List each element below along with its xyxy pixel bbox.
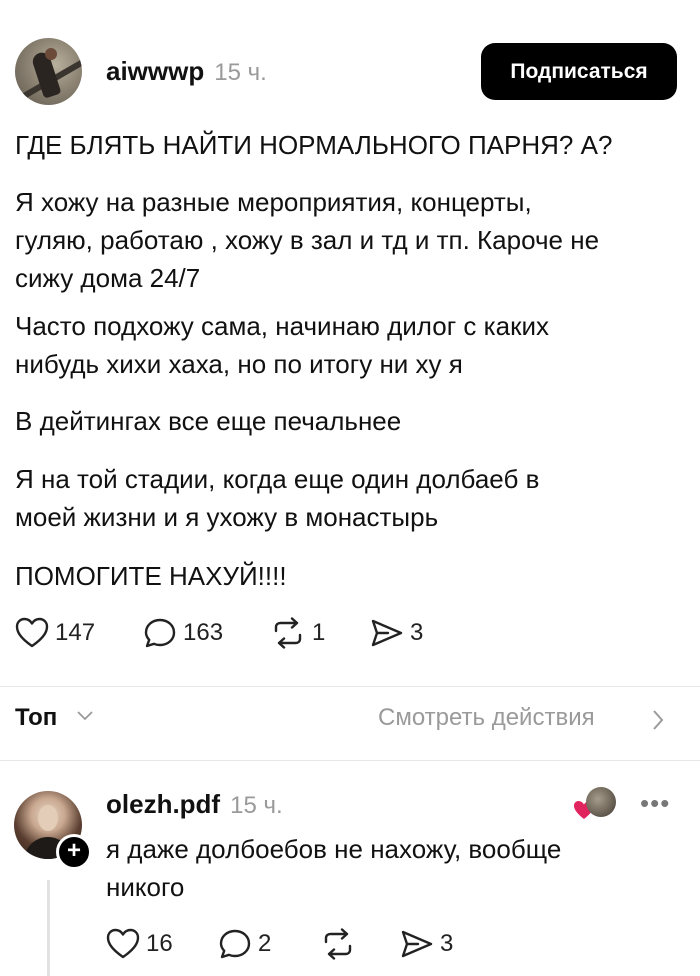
paper-plane-icon bbox=[371, 619, 403, 647]
author-avatar[interactable] bbox=[15, 38, 82, 105]
view-activity-link[interactable]: Смотреть действия bbox=[378, 704, 595, 732]
comment-reply-count: 2 bbox=[258, 930, 272, 957]
post-text-line: Часто подхожу сама, начинаю дилог с каки… bbox=[15, 311, 549, 341]
speech-bubble-icon bbox=[219, 929, 251, 959]
post-text-line: Я хожу на разные мероприятия, концерты, bbox=[15, 187, 532, 217]
thread-line bbox=[47, 880, 50, 976]
author-username[interactable]: aiwwwp bbox=[106, 56, 204, 86]
commenter-username[interactable]: olezh.pdf bbox=[106, 789, 220, 819]
post-text-line: сижу дома 24/7 bbox=[15, 263, 201, 293]
comment-button[interactable]: 163 bbox=[143, 617, 223, 649]
post-text-line: ПОМОГИТЕ НАХУЙ!!!! bbox=[15, 561, 287, 591]
repost-button[interactable]: 1 bbox=[270, 617, 325, 649]
post-timestamp: 15 ч. bbox=[214, 59, 267, 86]
divider bbox=[0, 760, 700, 761]
repost-count: 1 bbox=[312, 619, 326, 646]
author-mini-avatar bbox=[586, 787, 616, 817]
comment-text-line: я даже долбоебов не нахожу, вообще bbox=[106, 834, 562, 864]
like-button[interactable]: 147 bbox=[15, 617, 95, 649]
post-header: aiwwwp 15 ч. bbox=[106, 56, 267, 87]
heart-outline-icon bbox=[15, 617, 49, 648]
comment-header: olezh.pdf 15 ч. bbox=[106, 789, 283, 820]
divider bbox=[0, 686, 700, 687]
post-text-line: гуляю, работаю , хожу в зал и тд и тп. К… bbox=[15, 225, 600, 255]
post-text-line: нибудь хихи хаха, но по итогу ни ху я bbox=[15, 349, 463, 379]
heart-outline-icon bbox=[106, 928, 140, 959]
comment-share-button[interactable]: 3 bbox=[400, 928, 453, 960]
comment-like-count: 16 bbox=[146, 930, 173, 957]
comment-reply-button[interactable]: 2 bbox=[218, 928, 271, 960]
comment-timestamp: 15 ч. bbox=[230, 792, 283, 819]
chevron-right-icon[interactable] bbox=[651, 709, 665, 731]
ellipsis-icon[interactable]: ••• bbox=[640, 788, 670, 819]
follow-plus-icon[interactable]: + bbox=[56, 834, 92, 870]
post-text-line: моей жизни и я ухожу в монастырь bbox=[15, 502, 439, 532]
like-count: 147 bbox=[55, 619, 96, 646]
repost-arrows-icon bbox=[274, 617, 302, 649]
comment-count: 163 bbox=[183, 619, 224, 646]
comment-text-line: никого bbox=[106, 872, 185, 902]
post-text-line: ГДЕ БЛЯТЬ НАЙТИ НОРМАЛЬНОГО ПАРНЯ? А? bbox=[15, 130, 613, 160]
comment-repost-button[interactable] bbox=[320, 928, 356, 960]
share-count: 3 bbox=[410, 619, 424, 646]
sort-dropdown-label[interactable]: Топ bbox=[15, 704, 57, 732]
repost-arrows-icon bbox=[324, 928, 352, 960]
post-text-line: В дейтингах все еще печальнее bbox=[15, 406, 402, 436]
chevron-down-icon[interactable] bbox=[76, 710, 94, 722]
share-button[interactable]: 3 bbox=[370, 617, 423, 649]
paper-plane-icon bbox=[401, 930, 433, 958]
speech-bubble-icon bbox=[144, 618, 176, 648]
comment-share-count: 3 bbox=[440, 930, 454, 957]
comment-like-button[interactable]: 16 bbox=[106, 928, 173, 960]
follow-button[interactable]: Подписаться bbox=[481, 43, 677, 100]
post-text-line: Я на той стадии, когда еще один долбаеб … bbox=[15, 464, 540, 494]
